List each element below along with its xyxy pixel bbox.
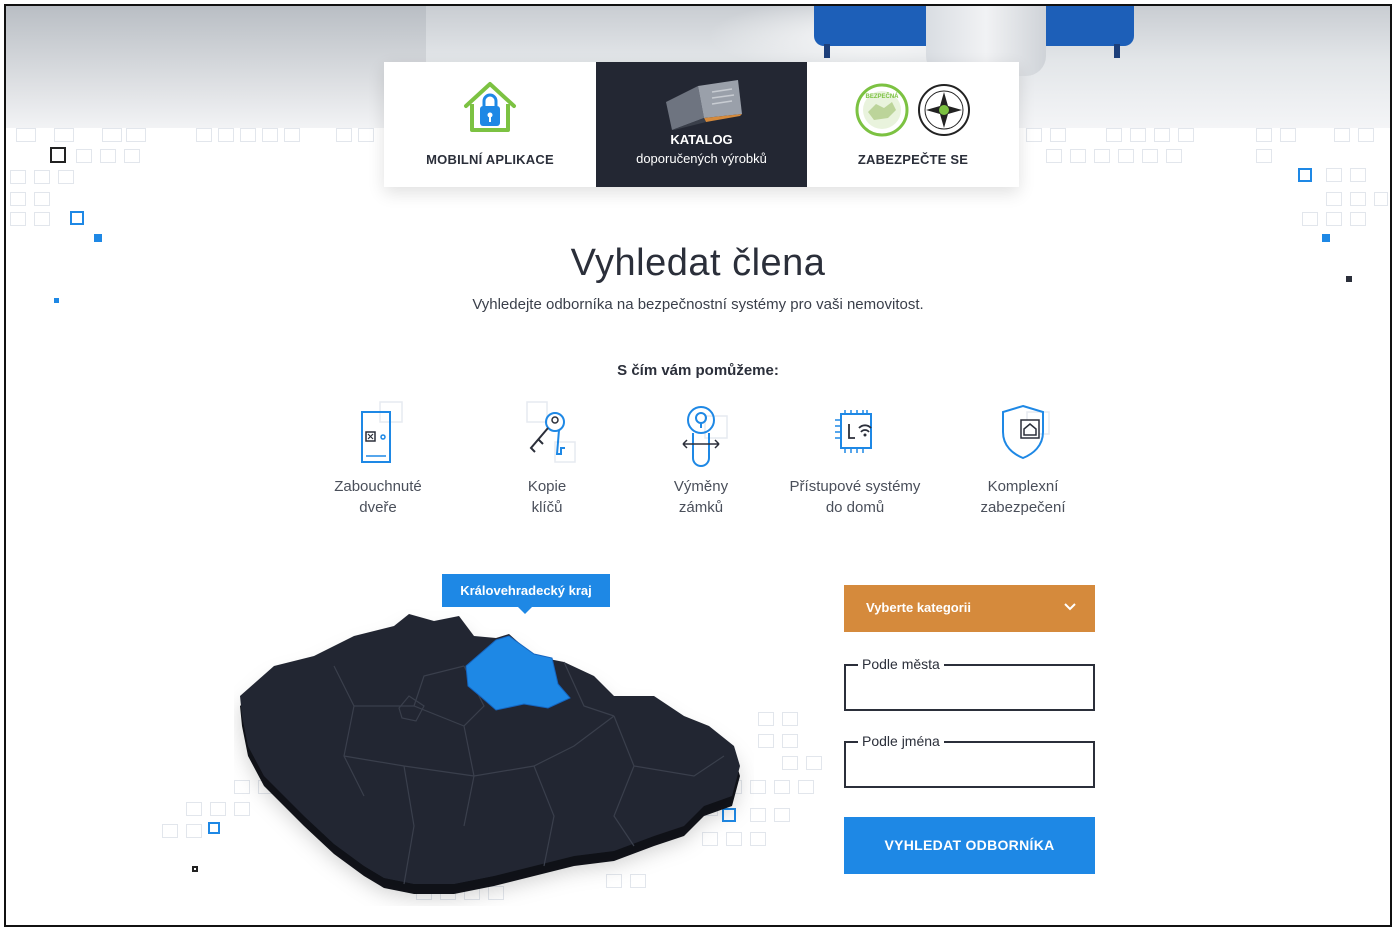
house-lock-icon bbox=[460, 78, 520, 141]
certification-badges-icon: BEZPEČNÁ bbox=[854, 82, 972, 143]
lock-cylinder-icon bbox=[671, 398, 731, 468]
czech-regions-map[interactable] bbox=[234, 566, 754, 906]
service-complex-security[interactable]: Komplexní zabezpečení bbox=[948, 398, 1098, 518]
page-title: Vyhledat člena bbox=[570, 242, 826, 284]
svg-text:BEZPEČNÁ: BEZPEČNÁ bbox=[865, 93, 899, 100]
service-label: klíčů bbox=[531, 499, 563, 516]
region-tooltip: Královehradecký kraj bbox=[442, 574, 610, 614]
mobile-app-label: MOBILNÍ APLIKACE bbox=[426, 152, 554, 167]
service-label: Zabouchnuté bbox=[334, 478, 422, 495]
service-locked-door[interactable]: Zabouchnuté dveře bbox=[303, 398, 453, 518]
service-label: Přístupové systémy bbox=[789, 478, 921, 495]
service-lock-replacement[interactable]: Výměny zámků bbox=[626, 398, 776, 518]
page-frame: MOBILNÍ APLIKACE KATALOG doporučených vý… bbox=[4, 4, 1392, 927]
services-heading: S čím vám pomůžeme: bbox=[617, 362, 779, 379]
service-label: Výměny bbox=[673, 478, 729, 495]
city-field[interactable]: Podle města bbox=[844, 656, 1095, 711]
mobile-app-card[interactable]: MOBILNÍ APLIKACE bbox=[384, 62, 596, 187]
city-input[interactable] bbox=[856, 678, 1085, 702]
name-field[interactable]: Podle jména bbox=[844, 733, 1095, 788]
catalog-book-icon bbox=[652, 72, 752, 135]
catalog-card[interactable]: KATALOG doporučených výrobků bbox=[596, 62, 807, 187]
feature-cards: MOBILNÍ APLIKACE KATALOG doporučených vý… bbox=[384, 62, 1019, 187]
keys-icon bbox=[517, 398, 577, 468]
category-select-value: Vyberte kategorii bbox=[866, 600, 972, 615]
locked-door-icon bbox=[348, 398, 408, 468]
access-system-icon bbox=[825, 398, 885, 468]
service-access-systems[interactable]: Přístupové systémy do domů bbox=[780, 398, 930, 518]
page-subtitle: Vyhledejte odborníka na bezpečnostní sys… bbox=[472, 296, 924, 313]
secure-card[interactable]: BEZPEČNÁ ZABEZPEČTE SE bbox=[807, 62, 1019, 187]
service-label: Komplexní bbox=[987, 478, 1059, 495]
shield-home-icon bbox=[993, 398, 1053, 468]
search-expert-button[interactable]: VYHLEDAT ODBORNÍKA bbox=[844, 817, 1095, 874]
service-label: zámků bbox=[678, 499, 724, 516]
service-label: dveře bbox=[359, 499, 397, 516]
name-field-label: Podle jména bbox=[858, 733, 944, 749]
service-label: zabezpečení bbox=[980, 499, 1066, 516]
catalog-title: KATALOG bbox=[670, 132, 733, 147]
service-key-copies[interactable]: Kopie klíčů bbox=[472, 398, 622, 518]
service-label: do domů bbox=[825, 499, 885, 516]
chevron-down-icon bbox=[1063, 599, 1077, 616]
category-select[interactable]: Vyberte kategorii bbox=[844, 585, 1095, 632]
city-field-label: Podle města bbox=[858, 656, 944, 672]
catalog-subtitle: doporučených výrobků bbox=[636, 151, 767, 166]
service-label: Kopie bbox=[527, 478, 567, 495]
name-input[interactable] bbox=[856, 755, 1085, 779]
secure-label: ZABEZPEČTE SE bbox=[857, 152, 969, 167]
